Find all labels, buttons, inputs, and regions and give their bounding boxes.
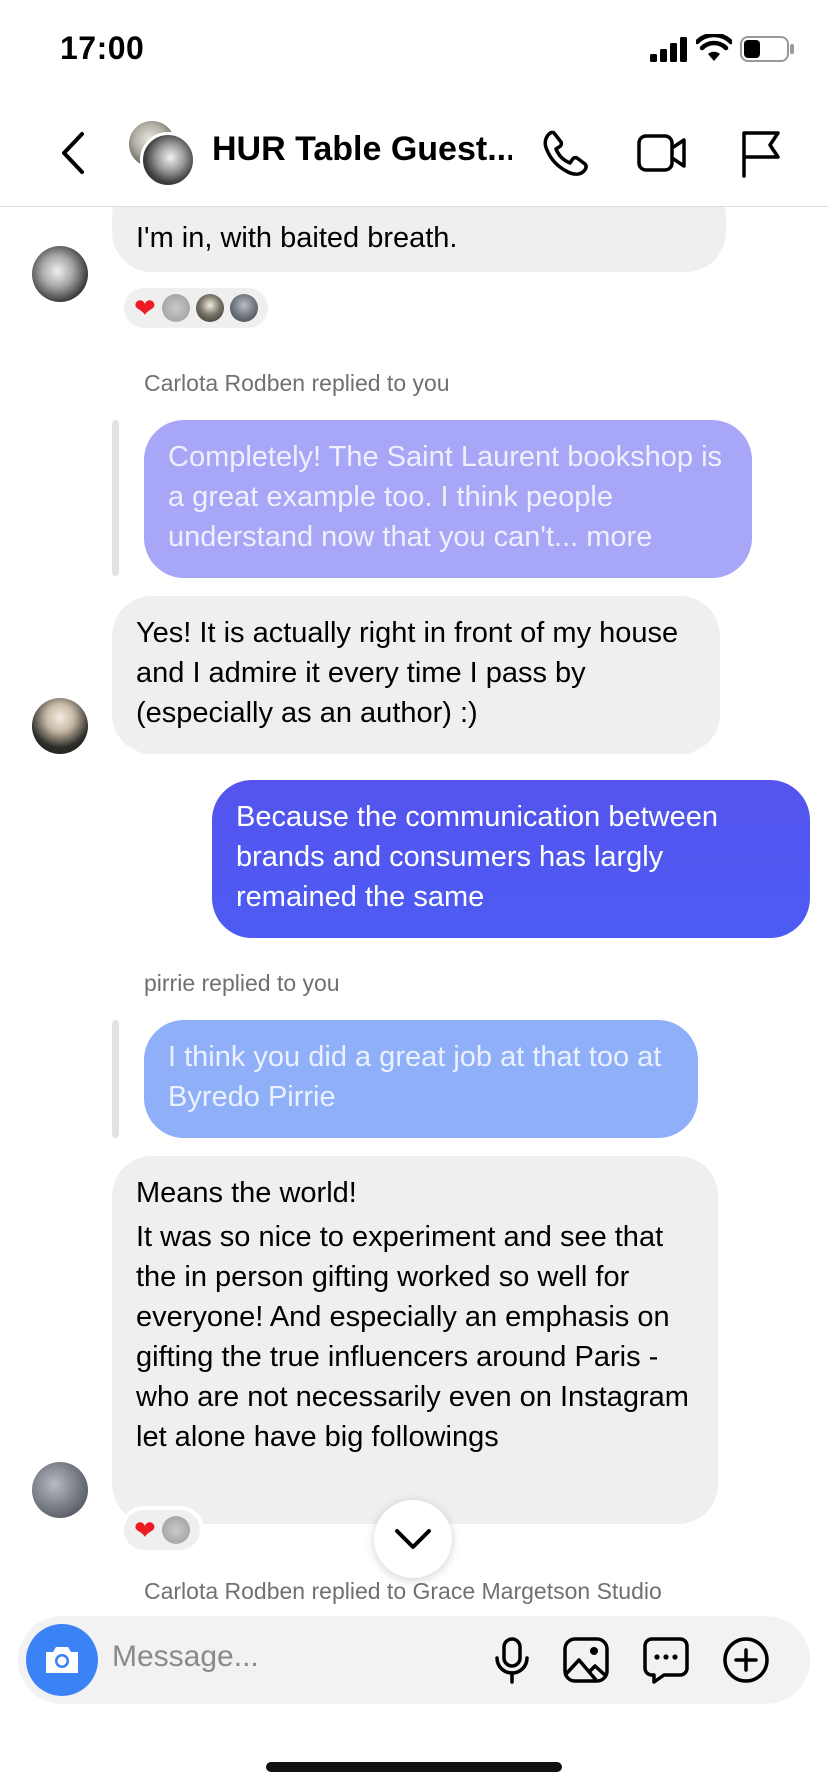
heart-reaction-icon: ❤ [134,1515,156,1545]
phone-icon[interactable] [540,128,590,178]
quoted-message[interactable]: I think you did a great job at that too … [144,1020,698,1138]
reactor-avatar [161,294,190,322]
group-avatar-2 [140,132,196,188]
quoted-message[interactable]: Completely! The Saint Laurent bookshop i… [144,420,752,578]
reactions-bar[interactable]: ❤ [120,1506,204,1554]
scroll-to-bottom-button[interactable] [374,1500,452,1578]
reply-meta: Carlota Rodben replied to Grace Margetso… [144,1578,662,1604]
camera-icon [46,1647,78,1673]
sender-avatar[interactable] [32,1462,88,1518]
reply-meta: pirrie replied to you [144,970,340,996]
outgoing-message[interactable]: Because the communication between brands… [212,780,810,938]
home-indicator[interactable] [266,1762,562,1772]
message-text: Because the communication between brands… [236,801,719,913]
reactions-bar[interactable]: ❤ [120,284,272,332]
message-thread[interactable]: I'm in, with baited breath. ❤ Carlota Ro… [0,206,828,1616]
message-text-line1: Means the world! [136,1177,357,1209]
reactor-avatar [229,294,258,322]
status-bar: 17:00 [0,0,828,100]
sender-avatar[interactable] [32,698,88,754]
group-avatar[interactable] [126,118,196,188]
camera-button[interactable] [26,1624,98,1696]
signal-icon [650,37,687,62]
status-time: 17:00 [60,30,145,66]
message-text: I'm in, with baited breath. [136,222,458,254]
image-icon[interactable] [562,1636,610,1684]
message-input[interactable]: Message... [112,1640,259,1674]
quoted-text: Completely! The Saint Laurent bookshop i… [168,441,723,553]
flag-icon[interactable] [738,128,782,178]
quoted-text: I think you did a great job at that too … [168,1041,662,1113]
chat-header: HUR Table Guest... [0,100,828,207]
battery-icon [740,36,794,62]
incoming-message[interactable]: I'm in, with baited breath. [112,206,726,272]
reactor-avatar [195,294,224,322]
message-text: Yes! It is actually right in front of my… [136,617,679,729]
reactor-avatar [161,1516,190,1544]
quote-bar [112,1020,119,1138]
sticker-icon[interactable] [642,1636,690,1684]
back-icon[interactable] [54,128,94,178]
incoming-message[interactable]: Yes! It is actually right in front of my… [112,596,720,754]
sender-avatar[interactable] [32,246,88,302]
message-text: It was so nice to experiment and see tha… [136,1221,689,1453]
microphone-icon[interactable] [492,1636,532,1686]
chat-title[interactable]: HUR Table Guest... [212,130,512,169]
incoming-message[interactable]: Means the world! It was so nice to exper… [112,1156,718,1524]
reply-meta: Carlota Rodben replied to you [144,370,450,396]
plus-icon[interactable] [722,1636,770,1684]
message-composer: Message... [18,1616,810,1704]
video-icon[interactable] [636,130,688,176]
wifi-icon [696,34,732,61]
heart-reaction-icon: ❤ [134,293,156,323]
chevron-down-icon [395,1529,431,1549]
quote-bar [112,420,119,576]
